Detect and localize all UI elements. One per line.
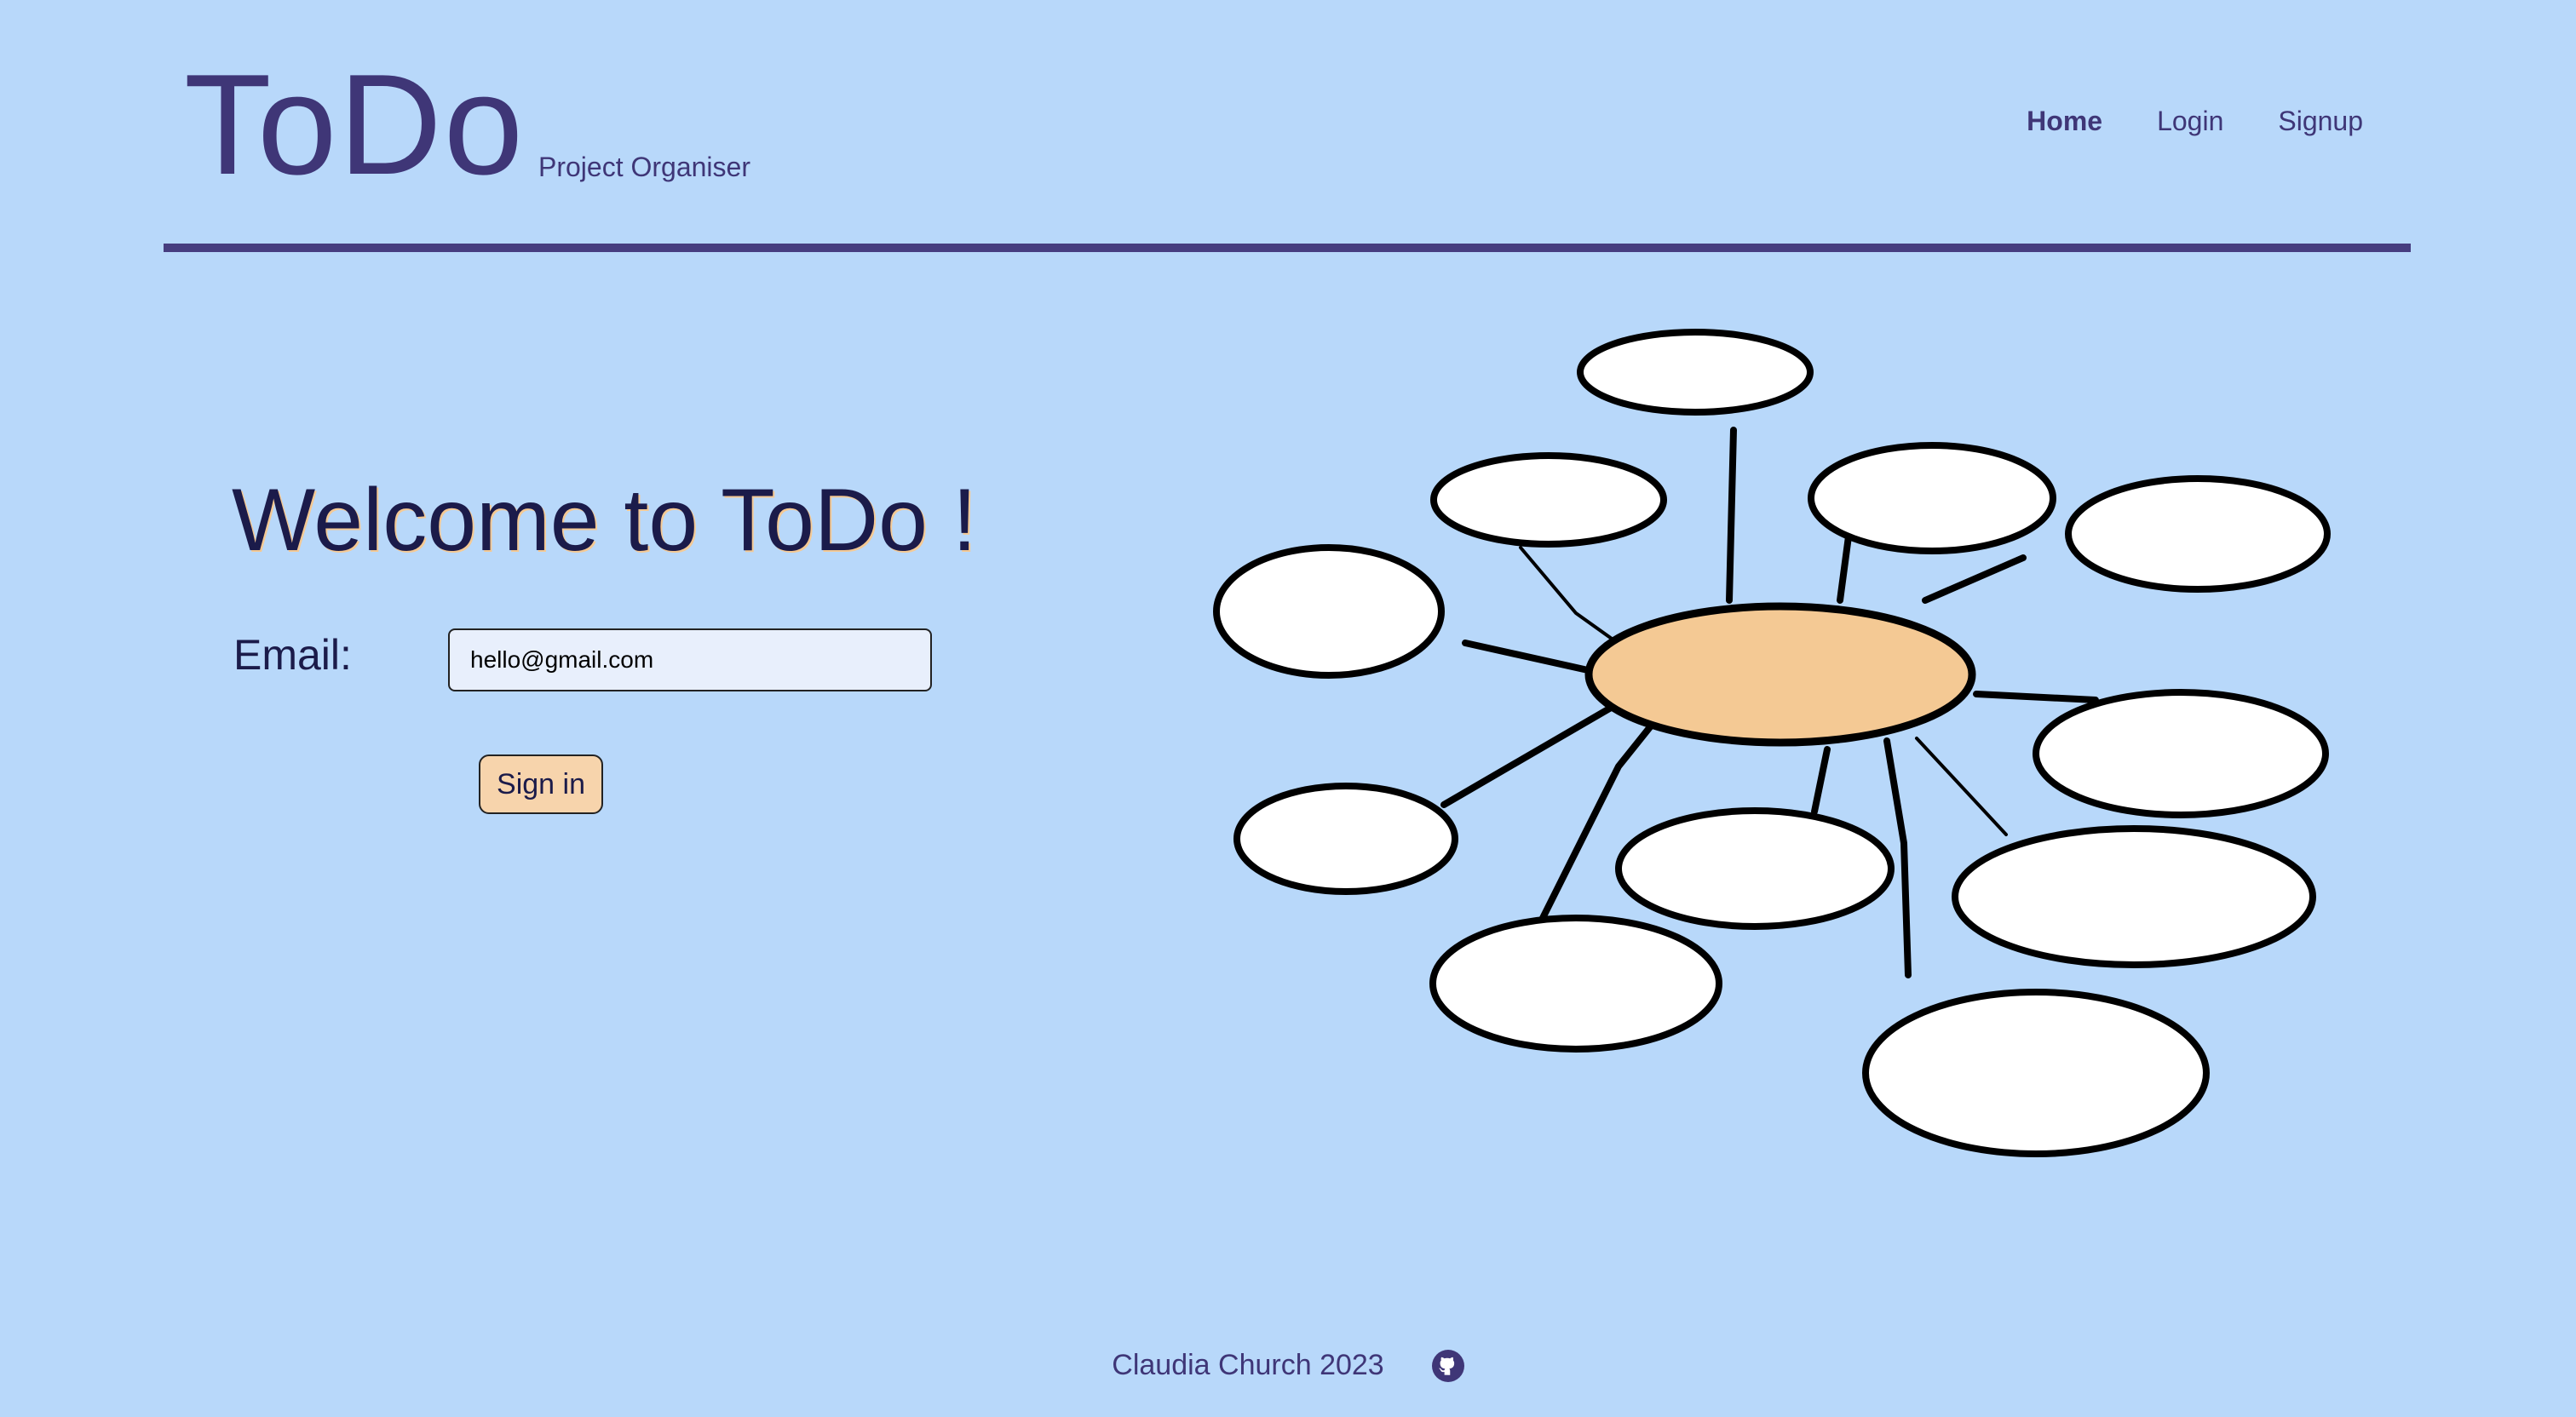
mindmap-center-bubble — [1584, 602, 1976, 747]
mindmap-bubble — [1862, 989, 2210, 1157]
mindmap-connector — [1811, 746, 1831, 815]
mindmap-connector — [1922, 554, 2027, 604]
site-tagline: Project Organiser — [538, 152, 750, 182]
mindmap-bubble — [1233, 783, 1458, 895]
mindmap-bubble — [2033, 689, 2329, 818]
email-label: Email: — [233, 631, 352, 679]
site-logo[interactable]: ToDo — [184, 53, 525, 196]
mindmap-bubble — [1213, 544, 1445, 679]
email-input[interactable] — [448, 628, 932, 691]
mindmap-connector — [1440, 695, 1630, 808]
mindmap-connector — [1726, 427, 1737, 604]
github-glyph — [1439, 1357, 1454, 1375]
site-header: ToDo Project Organiser Home Login Signup — [164, 0, 2411, 252]
nav-home-link[interactable]: Home — [2027, 106, 2102, 137]
mindmap-connector — [1973, 691, 2099, 703]
site-footer: Claudia Church 2023 — [0, 1349, 2576, 1382]
mindmap-bubble — [1808, 442, 2056, 554]
mindmap-bubble — [1952, 825, 2316, 968]
github-icon[interactable] — [1431, 1349, 1464, 1382]
signin-button[interactable]: Sign in — [479, 754, 603, 814]
mind-map-illustration — [1213, 329, 2331, 1157]
mindmap-bubble — [1577, 329, 1814, 416]
mindmap-bubble — [1429, 915, 1722, 1053]
welcome-title: Welcome to ToDo ! — [232, 471, 977, 570]
mindmap-connector — [1915, 737, 2008, 836]
mindmap-bubble — [1430, 452, 1667, 548]
nav-login-link[interactable]: Login — [2157, 106, 2223, 137]
mindmap-bubble — [2065, 475, 2331, 593]
main-nav: Home Login Signup — [2027, 106, 2363, 137]
footer-credit: Claudia Church 2023 — [1112, 1349, 1384, 1381]
mindmap-bubble — [1615, 807, 1895, 930]
nav-signup-link[interactable]: Signup — [2278, 106, 2363, 137]
